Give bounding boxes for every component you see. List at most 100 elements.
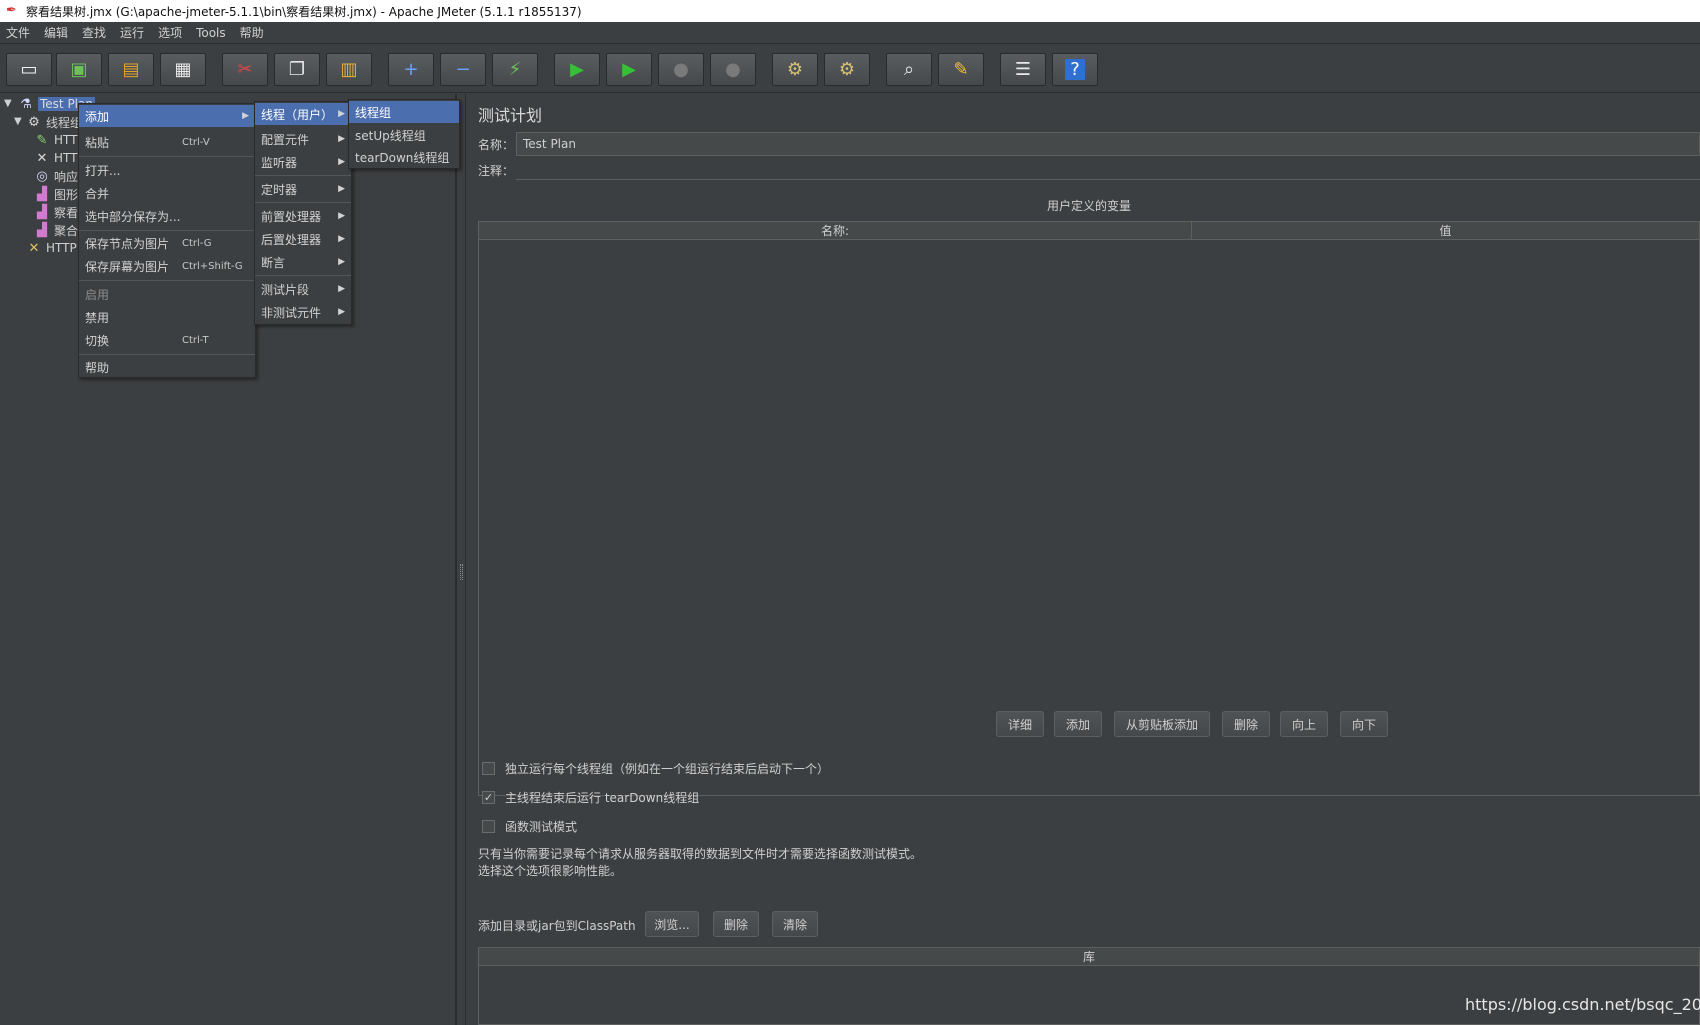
toggle-button[interactable]: ⚡	[492, 53, 538, 86]
move-down-button[interactable]: 向下	[1340, 711, 1388, 737]
submenu-item-thread-group[interactable]: 线程组	[349, 101, 459, 123]
templates-button[interactable]: ▣	[56, 53, 102, 86]
menu-item-label: 断言	[261, 255, 286, 270]
expand-toggle-icon[interactable]: ▼	[14, 116, 22, 127]
menu-item-enable: 启用	[79, 283, 255, 305]
open-button[interactable]: ▤	[108, 53, 154, 86]
serialize-thread-groups-checkbox[interactable]: 独立运行每个线程组（例如在一个组运行结束后启动下一个）	[482, 758, 829, 778]
aggregate-icon: ▟	[37, 222, 47, 238]
search-button[interactable]: ⌕	[886, 53, 932, 86]
menu-item-save-node-image[interactable]: 保存节点为图片 Ctrl-G	[79, 232, 255, 254]
copy-button[interactable]: ❐	[274, 53, 320, 86]
stop-button[interactable]: ●	[658, 53, 704, 86]
shutdown-button[interactable]: ●	[710, 53, 756, 86]
menu-item-open[interactable]: 打开...	[79, 159, 255, 181]
menu-search[interactable]: 查找	[82, 24, 106, 41]
menu-item-merge[interactable]: 合并	[79, 182, 255, 204]
start-no-pauses-button[interactable]: ▶	[606, 53, 652, 86]
menu-item-paste[interactable]: 粘贴 Ctrl-V	[79, 131, 255, 153]
menu-item-save-screen-image[interactable]: 保存屏幕为图片 Ctrl+Shift-G	[79, 255, 255, 277]
clear-button[interactable]: ⚙	[772, 53, 818, 86]
menu-help[interactable]: 帮助	[240, 24, 264, 41]
column-value-header[interactable]: 值	[1192, 222, 1699, 239]
menu-item-toggle[interactable]: 切换 Ctrl-T	[79, 329, 255, 351]
submenu-item-config-element[interactable]: 配置元件 ▶	[255, 128, 351, 150]
split-pane-divider[interactable]	[456, 94, 466, 1025]
tree-node-http-request[interactable]: ✕ HTT	[34, 149, 78, 167]
menu-item-help[interactable]: 帮助	[79, 356, 255, 378]
tree-node-thread-group[interactable]: ⚙ 线程组	[26, 113, 82, 131]
menu-shortcut: Ctrl-T	[182, 334, 209, 346]
menu-item-label: 配置元件	[261, 132, 310, 147]
browse-button[interactable]: 浏览...	[645, 911, 699, 937]
classpath-delete-button[interactable]: 删除	[713, 911, 759, 937]
collapse-all-button[interactable]: −	[440, 53, 486, 86]
submenu-item-listener[interactable]: 监听器 ▶	[255, 151, 351, 173]
submenu-item-pre-processor[interactable]: 前置处理器 ▶	[255, 205, 351, 227]
new-button[interactable]: ▭	[6, 53, 52, 86]
menu-separator	[255, 275, 351, 276]
menu-item-add[interactable]: 添加 ▶	[79, 105, 255, 127]
menu-file[interactable]: 文件	[6, 24, 30, 41]
menu-tools[interactable]: Tools	[196, 26, 226, 40]
checkbox-label: 函数测试模式	[505, 819, 578, 834]
teardown-on-shutdown-checkbox[interactable]: ✓ 主线程结束后运行 tearDown线程组	[482, 787, 699, 807]
add-from-clipboard-button[interactable]: 从剪贴板添加	[1114, 711, 1210, 737]
divider-grip[interactable]	[460, 564, 463, 580]
tree-node-results-tree[interactable]: ▟ 察看	[34, 203, 78, 221]
tree-node-http-sampler[interactable]: ✎ HTT	[34, 131, 78, 149]
menu-edit[interactable]: 编辑	[44, 24, 68, 41]
column-name-header[interactable]: 名称:	[479, 222, 1192, 239]
save-button[interactable]: ▦	[160, 53, 206, 86]
tree-node-response[interactable]: ◎ 响应	[34, 167, 78, 185]
detail-button[interactable]: 详细	[996, 711, 1044, 737]
comment-field-row: 注释：	[478, 158, 1700, 182]
submenu-item-test-fragment[interactable]: 测试片段 ▶	[255, 278, 351, 300]
tree-node-graph[interactable]: ▟ 图形	[34, 185, 78, 203]
submenu-item-timer[interactable]: 定时器 ▶	[255, 178, 351, 200]
checkbox-box[interactable]	[482, 761, 495, 775]
clear-all-button[interactable]: ⚙	[824, 53, 870, 86]
checkbox-box[interactable]	[482, 819, 495, 833]
tree-node-aggregate[interactable]: ▟ 聚合	[34, 221, 78, 239]
add-button[interactable]: 添加	[1054, 711, 1102, 737]
delete-button[interactable]: 删除	[1222, 711, 1270, 737]
open-icon: ▤	[122, 59, 140, 80]
menu-item-disable[interactable]: 禁用	[79, 306, 255, 328]
paste-button[interactable]: ▥	[326, 53, 372, 86]
stop-icon: ●	[673, 59, 689, 80]
move-up-button[interactable]: 向上	[1280, 711, 1328, 737]
menu-run[interactable]: 运行	[120, 24, 144, 41]
menu-options[interactable]: 选项	[158, 24, 182, 41]
submenu-item-teardown-thread-group[interactable]: tearDown线程组	[349, 146, 459, 168]
menu-item-label: setUp线程组	[355, 128, 426, 143]
checkbox-box-checked[interactable]: ✓	[482, 790, 495, 804]
expand-toggle-icon[interactable]: ▼	[4, 98, 12, 109]
menu-separator	[79, 280, 255, 281]
cut-button[interactable]: ✂	[222, 53, 268, 86]
menu-shortcut: Ctrl-G	[182, 237, 212, 249]
submenu-item-post-processor[interactable]: 后置处理器 ▶	[255, 228, 351, 250]
checkbox-label: 主线程结束后运行 tearDown线程组	[505, 790, 700, 805]
add-submenu: 线程（用户） ▶ 配置元件 ▶ 监听器 ▶ 定时器 ▶ 前置处理器 ▶ 后置处理…	[254, 101, 352, 325]
expand-all-button[interactable]: +	[388, 53, 434, 86]
submenu-item-assertion[interactable]: 断言 ▶	[255, 251, 351, 273]
functional-test-mode-checkbox[interactable]: 函数测试模式	[482, 816, 577, 836]
help-button[interactable]: ?	[1052, 53, 1098, 86]
name-input[interactable]: Test Plan	[516, 132, 1700, 156]
user-vars-table[interactable]: 名称: 值	[478, 221, 1700, 796]
function-helper-button[interactable]: ☰	[1000, 53, 1046, 86]
user-vars-title: 用户定义的变量	[1046, 199, 1131, 213]
menu-item-label: 测试片段	[261, 282, 310, 297]
tree-node-http-defaults[interactable]: ✕ HTTP	[26, 239, 77, 257]
start-button[interactable]: ▶	[554, 53, 600, 86]
submenu-item-non-test-elements[interactable]: 非测试元件 ▶	[255, 301, 351, 323]
menu-item-save-selection-as[interactable]: 选中部分保存为...	[79, 205, 255, 227]
submenu-item-setup-thread-group[interactable]: setUp线程组	[349, 124, 459, 146]
page-title: 测试计划	[478, 106, 543, 125]
submenu-item-threads[interactable]: 线程（用户） ▶	[255, 103, 351, 125]
classpath-clear-button[interactable]: 清除	[772, 911, 818, 937]
comment-input[interactable]	[516, 160, 1700, 180]
menu-item-label: 保存屏幕为图片	[85, 259, 170, 274]
reset-search-button[interactable]: ✎	[938, 53, 984, 86]
